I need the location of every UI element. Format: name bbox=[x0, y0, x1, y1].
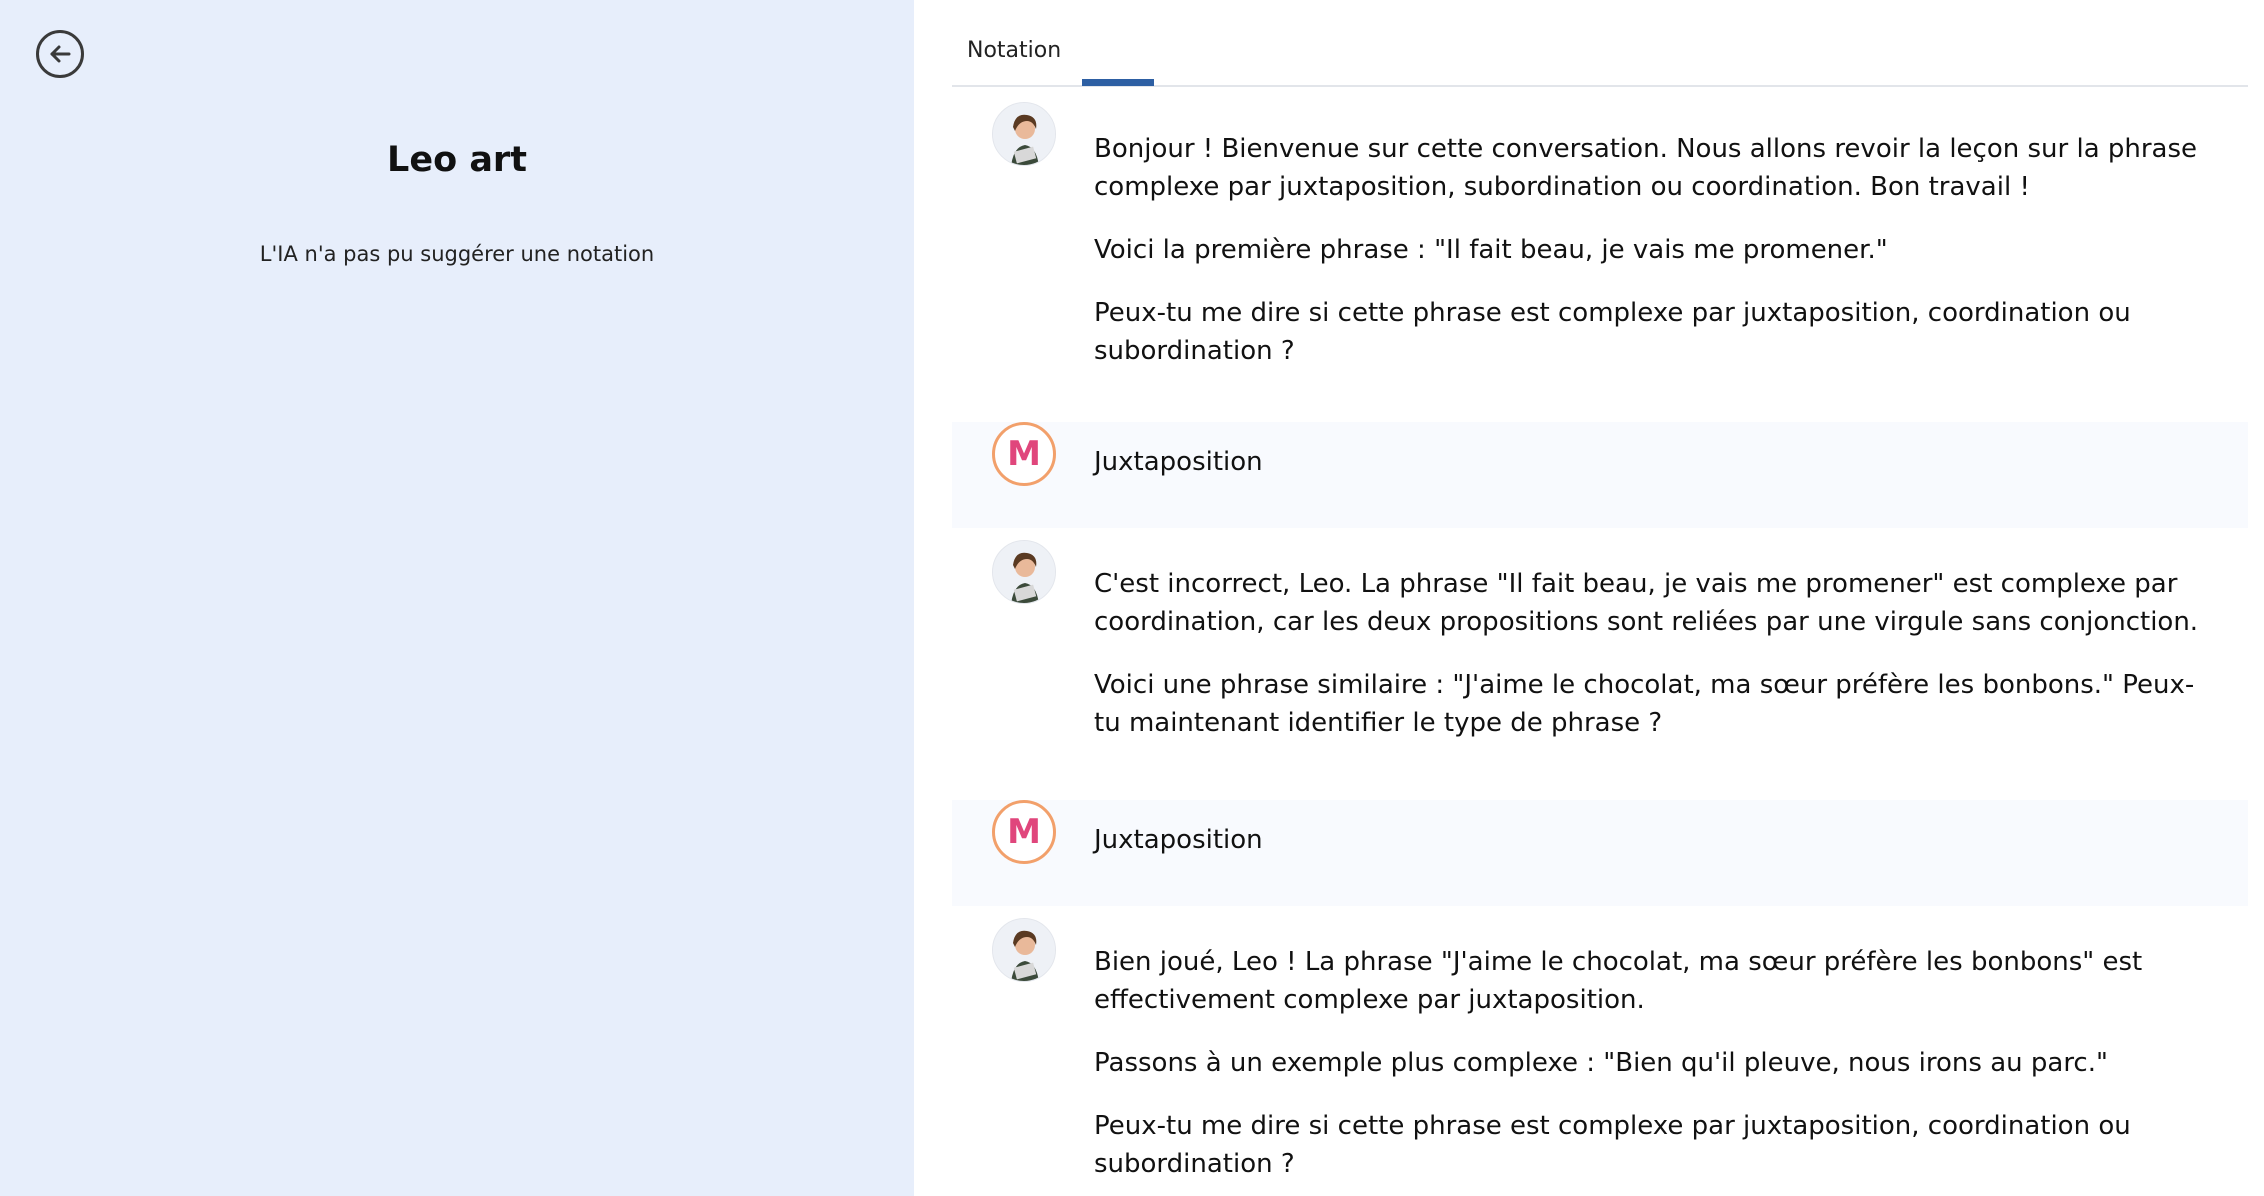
tab-notation[interactable]: Notation bbox=[967, 38, 1061, 63]
assistant-message: C'est incorrect, Leo. La phrase "Il fait… bbox=[952, 528, 2248, 800]
conversation: Bonjour ! Bienvenue sur cette conversati… bbox=[952, 88, 2248, 1196]
tab-bar: Notation bbox=[952, 0, 2248, 88]
message-paragraph: Bien joué, Leo ! La phrase "J'aime le ch… bbox=[1094, 947, 2143, 1015]
tutor-avatar-icon bbox=[992, 102, 1056, 166]
student-name: Leo art bbox=[387, 140, 527, 180]
user-message: M Juxtaposition bbox=[952, 800, 2248, 906]
message-paragraph: Passons à un exemple plus complexe : "Bi… bbox=[1094, 1048, 2108, 1078]
message-text: C'est incorrect, Leo. La phrase "Il fait… bbox=[1094, 565, 2214, 742]
assistant-message: Bien joué, Leo ! La phrase "J'aime le ch… bbox=[952, 906, 2248, 1196]
left-panel: Leo art L'IA n'a pas pu suggérer une not… bbox=[0, 0, 914, 1196]
message-text: Juxtaposition bbox=[1094, 821, 2214, 859]
message-text: Bien joué, Leo ! La phrase "J'aime le ch… bbox=[1094, 943, 2214, 1183]
user-logo-icon: M bbox=[992, 422, 1056, 486]
message-paragraph: Peux-tu me dire si cette phrase est comp… bbox=[1094, 1111, 2131, 1179]
back-button[interactable] bbox=[36, 30, 84, 78]
tutor-avatar-icon bbox=[992, 540, 1056, 604]
message-paragraph: Juxtaposition bbox=[1094, 447, 1263, 477]
tutor-avatar-icon bbox=[992, 918, 1056, 982]
message-paragraph: Voici une phrase similaire : "J'aime le … bbox=[1094, 670, 2195, 738]
message-paragraph: Bonjour ! Bienvenue sur cette conversati… bbox=[1094, 134, 2198, 202]
user-logo-letter: M bbox=[1007, 812, 1041, 852]
user-logo-icon: M bbox=[992, 800, 1056, 864]
right-panel: Notation Bonjour ! Bienvenue sur cette c… bbox=[914, 0, 2264, 1196]
notation-message: L'IA n'a pas pu suggérer une notation bbox=[259, 242, 655, 266]
message-paragraph: Voici la première phrase : "Il fait beau… bbox=[1094, 235, 1888, 265]
arrow-left-icon bbox=[50, 45, 71, 63]
tab-active-indicator bbox=[1082, 79, 1154, 86]
message-paragraph: Juxtaposition bbox=[1094, 825, 1263, 855]
user-message: M Juxtaposition bbox=[952, 422, 2248, 528]
message-paragraph: Peux-tu me dire si cette phrase est comp… bbox=[1094, 298, 2131, 366]
message-text: Juxtaposition bbox=[1094, 443, 2214, 481]
user-logo-letter: M bbox=[1007, 434, 1041, 474]
message-text: Bonjour ! Bienvenue sur cette conversati… bbox=[1094, 130, 2214, 370]
assistant-message: Bonjour ! Bienvenue sur cette conversati… bbox=[952, 88, 2248, 422]
message-paragraph: C'est incorrect, Leo. La phrase "Il fait… bbox=[1094, 569, 2199, 637]
